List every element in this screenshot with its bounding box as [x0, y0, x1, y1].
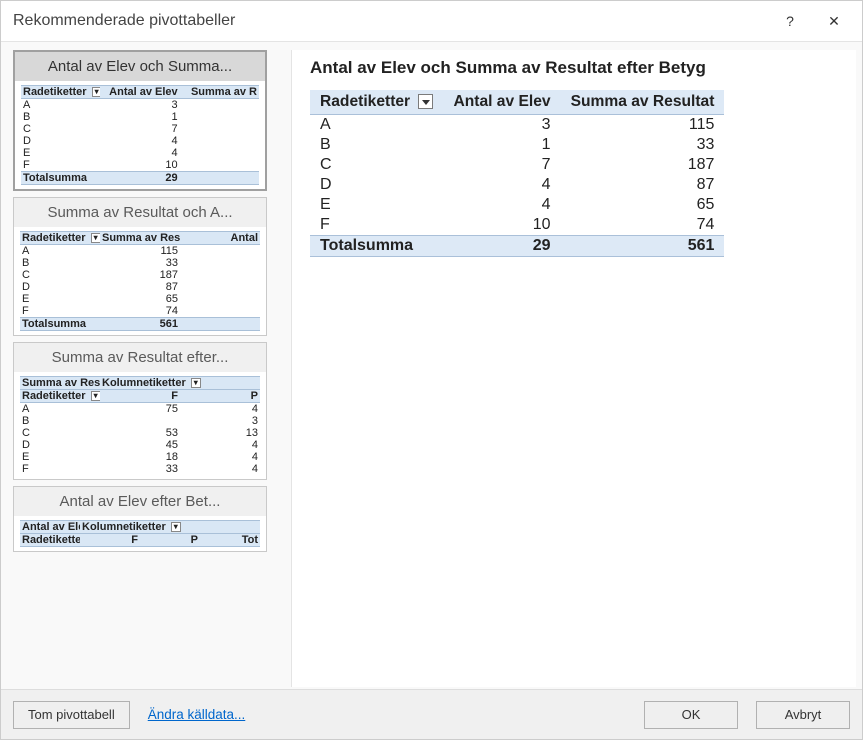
- recommendation-card[interactable]: Antal av Elev efter Bet...Antal av ElevK…: [13, 486, 267, 552]
- title-bar: Rekommenderade pivottabeller ? ✕: [1, 1, 862, 41]
- chevron-down-icon[interactable]: ▾: [171, 522, 181, 532]
- table-row: A3115: [310, 115, 724, 136]
- recommended-pivot-dialog: Rekommenderade pivottabeller ? ✕ Antal a…: [0, 0, 863, 740]
- recommendation-title: Antal av Elev efter Bet...: [14, 487, 266, 516]
- dialog-title: Rekommenderade pivottabeller: [13, 12, 768, 30]
- table-row: E465: [310, 195, 724, 215]
- col-header-count: Antal av Elev: [443, 90, 560, 115]
- recommendation-list[interactable]: Antal av Elev och Summa...Radetiketter ▾…: [13, 50, 285, 687]
- chevron-down-icon[interactable]: ▾: [92, 87, 101, 97]
- help-icon[interactable]: ?: [768, 5, 812, 38]
- preview-table: Radetiketter Antal av Elev Summa av Resu…: [310, 90, 724, 257]
- recommendation-card[interactable]: Antal av Elev och Summa...Radetiketter ▾…: [13, 50, 267, 191]
- table-row: C7187: [310, 155, 724, 175]
- table-row: F1074: [310, 215, 724, 236]
- preview-panel: Antal av Elev och Summa av Resultat efte…: [291, 50, 856, 687]
- table-row: D487: [310, 175, 724, 195]
- dialog-footer: Tom pivottabell Ändra källdata... OK Avb…: [1, 689, 862, 739]
- col-header-sum: Summa av Resultat: [561, 90, 725, 115]
- recommendation-title: Summa av Resultat efter...: [14, 343, 266, 372]
- chevron-down-icon[interactable]: ▾: [191, 378, 201, 388]
- close-icon[interactable]: ✕: [812, 5, 856, 38]
- recommendation-panel: Antal av Elev och Summa...Radetiketter ▾…: [1, 48, 291, 689]
- recommendation-title: Summa av Resultat och A...: [14, 198, 266, 227]
- recommendation-card[interactable]: Summa av Resultat efter...Summa av Resul…: [13, 342, 267, 480]
- table-total-row: Totalsumma29561: [310, 236, 724, 257]
- recommendation-card[interactable]: Summa av Resultat och A...Radetiketter ▾…: [13, 197, 267, 336]
- ok-button[interactable]: OK: [644, 701, 738, 729]
- recommendation-preview: Antal av ElevKolumnetiketter ▾Radetikett…: [14, 516, 266, 551]
- filter-dropdown-icon[interactable]: [418, 94, 433, 109]
- recommendation-title: Antal av Elev och Summa...: [15, 52, 265, 81]
- recommendation-preview: Summa av ResultatKolumnetiketter ▾Radeti…: [14, 372, 266, 479]
- table-row: B133: [310, 135, 724, 155]
- content-area: Antal av Elev och Summa...Radetiketter ▾…: [1, 41, 862, 689]
- recommendation-preview: Radetiketter ▾Summa av ResultatAntalA115…: [14, 227, 266, 335]
- chevron-down-icon[interactable]: ▾: [91, 233, 100, 243]
- preview-title: Antal av Elev och Summa av Resultat efte…: [310, 58, 838, 78]
- chevron-down-icon[interactable]: ▾: [91, 391, 100, 401]
- recommendation-preview: Radetiketter ▾Antal av ElevSumma av RA3B…: [15, 81, 265, 189]
- cancel-button[interactable]: Avbryt: [756, 701, 850, 729]
- col-header-rowlabels[interactable]: Radetiketter: [310, 90, 443, 115]
- blank-pivot-button[interactable]: Tom pivottabell: [13, 701, 130, 729]
- change-source-link[interactable]: Ändra källdata...: [148, 707, 246, 722]
